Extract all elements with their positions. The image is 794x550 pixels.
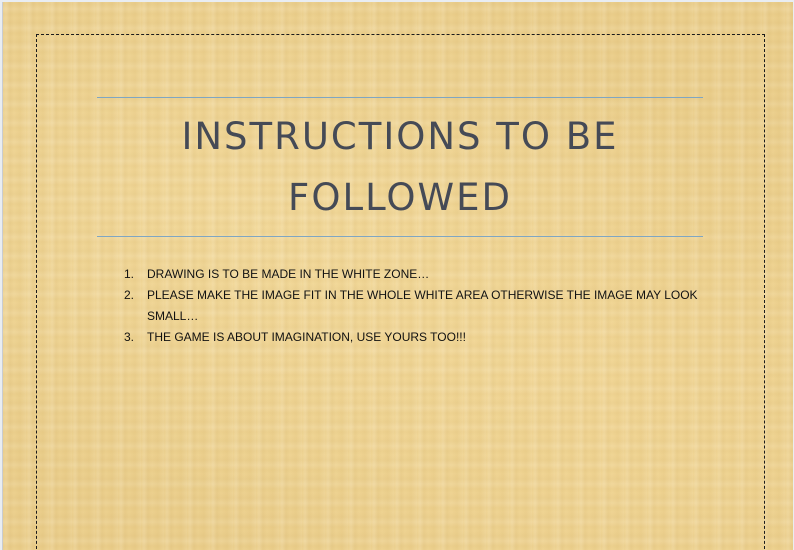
list-item-text: THE GAME IS ABOUT IMAGINATION, USE YOURS… xyxy=(147,330,466,344)
list-item-text: DRAWING IS TO BE MADE IN THE WHITE ZONE… xyxy=(147,267,430,281)
list-item-text: PLEASE MAKE THE IMAGE FIT IN THE WHOLE W… xyxy=(147,288,698,323)
list-item-number: 2. xyxy=(124,288,135,302)
list-item: 3. THE GAME IS ABOUT IMAGINATION, USE YO… xyxy=(121,327,711,348)
instructions-list: 1. DRAWING IS TO BE MADE IN THE WHITE ZO… xyxy=(121,264,711,348)
page-title: INSTRUCTIONS TO BE FOLLOWED xyxy=(181,115,619,219)
list-item: 1. DRAWING IS TO BE MADE IN THE WHITE ZO… xyxy=(121,264,711,285)
list-item-number: 3. xyxy=(124,330,135,344)
title-block: INSTRUCTIONS TO BE FOLLOWED xyxy=(97,97,703,237)
list-item-number: 1. xyxy=(124,267,135,281)
list-item: 2. PLEASE MAKE THE IMAGE FIT IN THE WHOL… xyxy=(121,285,711,327)
document-page: INSTRUCTIONS TO BE FOLLOWED 1. DRAWING I… xyxy=(2,2,793,550)
